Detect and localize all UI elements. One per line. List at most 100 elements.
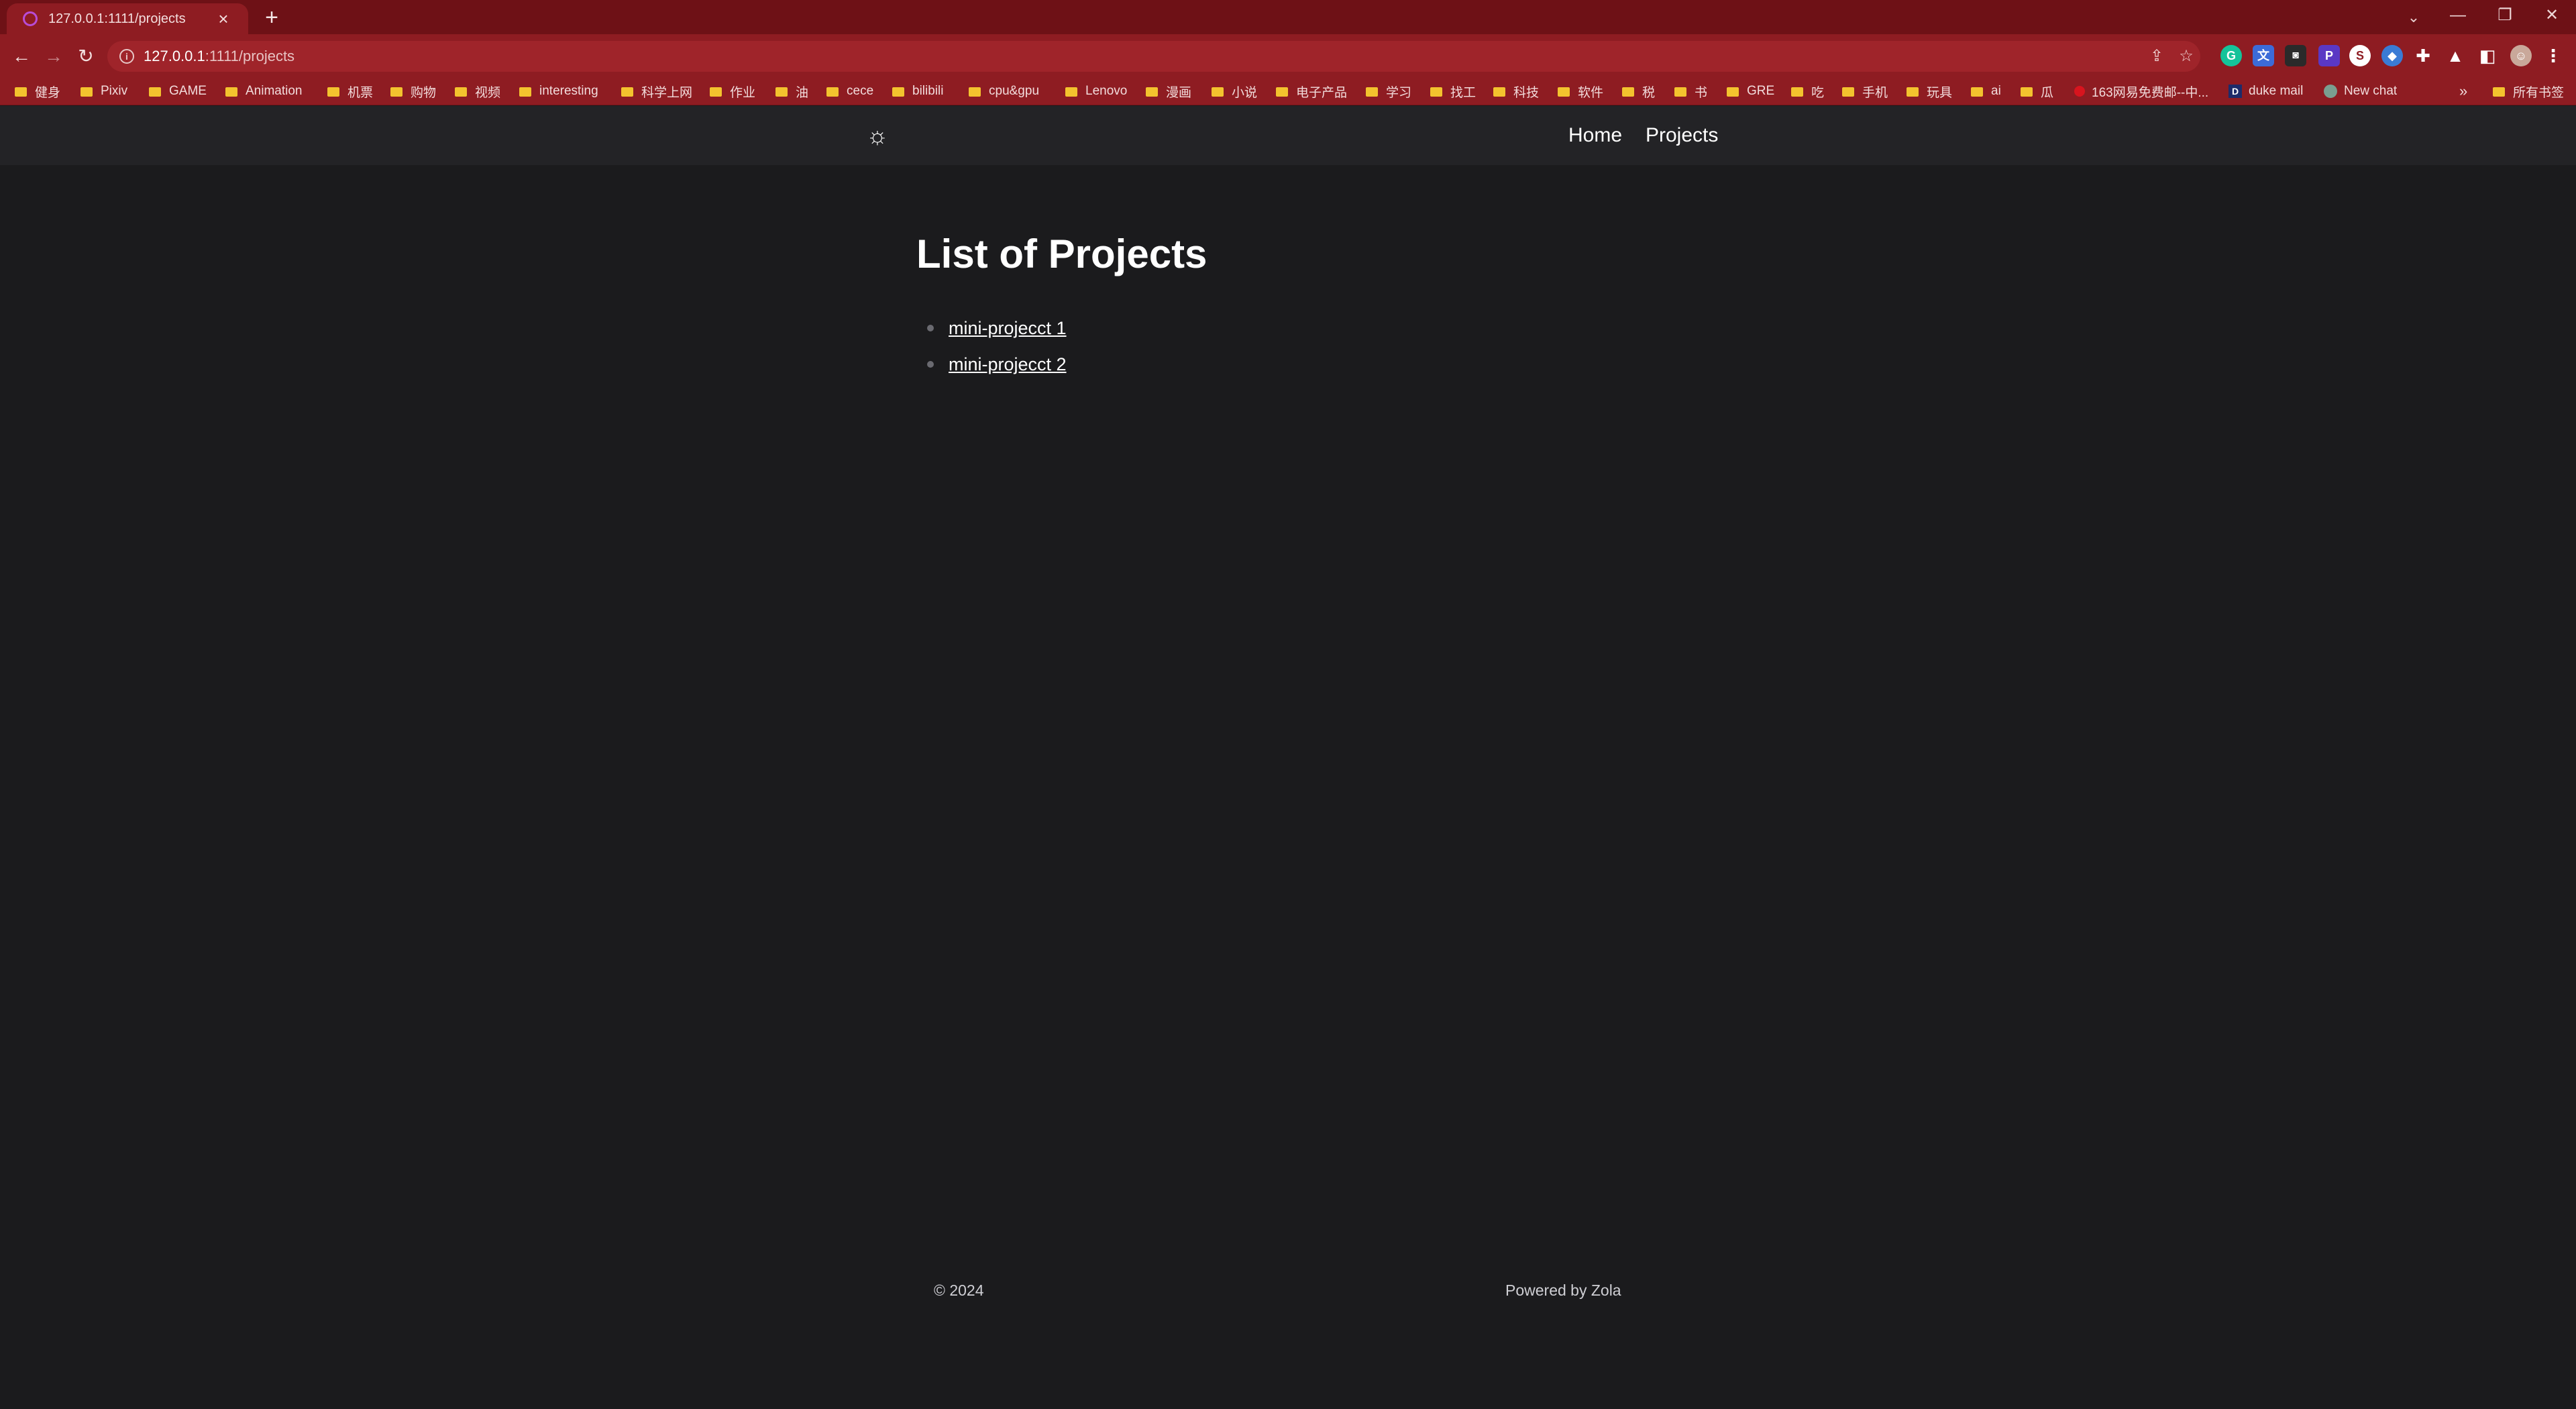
back-icon[interactable]: ←: [7, 42, 36, 71]
bookmark-folder[interactable]: 机票: [327, 77, 373, 105]
bookmark-163-mail[interactable]: 163网易免费邮--中...: [2074, 77, 2208, 105]
bullet-icon: [927, 361, 934, 368]
address-bar[interactable]: i 127.0.0.1:1111/projects ⇪ ☆: [107, 41, 2200, 72]
bookmark-folder[interactable]: 漫画: [1146, 77, 1191, 105]
all-bookmarks-folder[interactable]: 所有书签: [2493, 77, 2564, 105]
extensions-puzzle-icon[interactable]: ✚: [2412, 45, 2434, 66]
bookmarks-bar: 健身 Pixiv GAME Animation 机票 购物 视频 interes…: [0, 77, 2576, 105]
bookmark-folder[interactable]: 小说: [1212, 77, 1257, 105]
translate-extension-icon[interactable]: 文: [2253, 45, 2274, 66]
bookmark-folder[interactable]: 视频: [455, 77, 500, 105]
folder-icon: [225, 87, 237, 97]
s-extension-icon[interactable]: S: [2349, 45, 2371, 66]
netease-icon: [2074, 86, 2085, 97]
bookmark-folder[interactable]: 软件: [1558, 77, 1603, 105]
bookmark-folder[interactable]: 健身: [15, 77, 60, 105]
footer-powered-by: Powered by Zola: [1505, 1282, 1621, 1299]
active-tab[interactable]: 127.0.0.1:1111/projects ×: [7, 3, 248, 34]
bookmark-folder[interactable]: 手机: [1842, 77, 1888, 105]
bookmark-folder[interactable]: interesting: [519, 77, 598, 105]
nav-home-link[interactable]: Home: [1568, 121, 1622, 150]
bookmark-star-icon[interactable]: ☆: [2176, 46, 2196, 66]
folder-icon: [1674, 87, 1686, 97]
bookmark-folder[interactable]: 科技: [1493, 77, 1539, 105]
list-item: mini-projecct 2: [916, 346, 1067, 382]
labs-flask-icon[interactable]: ▲: [2445, 45, 2466, 66]
url-host: 127.0.0.1: [144, 48, 205, 64]
folder-icon: [1276, 87, 1288, 97]
project-link[interactable]: mini-projecct 1: [949, 318, 1067, 339]
bookmarks-overflow-icon[interactable]: »: [2459, 77, 2467, 105]
bookmark-new-chat[interactable]: New chat: [2324, 77, 2397, 105]
folder-icon: [1212, 87, 1224, 97]
bookmark-folder[interactable]: 找工: [1430, 77, 1476, 105]
bookmark-folder[interactable]: 吃: [1791, 77, 1824, 105]
folder-icon: [149, 87, 161, 97]
bookmark-folder[interactable]: Animation: [225, 77, 303, 105]
share-icon[interactable]: ⇪: [2147, 46, 2167, 66]
folder-icon: [2021, 87, 2033, 97]
bookmark-folder[interactable]: GAME: [149, 77, 207, 105]
bookmark-folder[interactable]: cpu&gpu: [969, 77, 1039, 105]
purple-extension-icon[interactable]: P: [2318, 45, 2340, 66]
loading-favicon-icon: [23, 11, 38, 26]
bookmark-folder[interactable]: ai: [1971, 77, 2001, 105]
bookmark-folder[interactable]: 购物: [390, 77, 436, 105]
close-window-icon[interactable]: ✕: [2529, 0, 2575, 31]
folder-icon: [455, 87, 467, 97]
profile-avatar[interactable]: ☺: [2510, 45, 2532, 66]
folder-icon: [969, 87, 981, 97]
bookmark-folder[interactable]: bilibili: [892, 77, 943, 105]
menu-kebab-icon[interactable]: ⋮: [2542, 45, 2564, 66]
browser-toolbar: ← → ↻ i 127.0.0.1:1111/projects ⇪ ☆ G 文 …: [0, 34, 2576, 77]
reload-icon[interactable]: ↻: [71, 42, 101, 71]
tab-title: 127.0.0.1:1111/projects: [48, 11, 186, 26]
bookmark-duke-mail[interactable]: Dduke mail: [2229, 77, 2303, 105]
bookmark-folder[interactable]: 作业: [710, 77, 755, 105]
folder-icon: [710, 87, 722, 97]
bookmark-folder[interactable]: 油: [775, 77, 808, 105]
footer-copyright: © 2024: [934, 1282, 984, 1299]
folder-icon: [80, 87, 93, 97]
bookmark-folder[interactable]: cece: [826, 77, 873, 105]
folder-icon: [2493, 87, 2505, 97]
forward-icon[interactable]: →: [39, 42, 68, 71]
folder-icon: [390, 87, 402, 97]
site-info-icon[interactable]: i: [119, 49, 134, 64]
bookmark-folder[interactable]: 学习: [1366, 77, 1411, 105]
restore-icon[interactable]: ❐: [2482, 0, 2528, 31]
folder-icon: [1971, 87, 1983, 97]
bookmark-folder[interactable]: GRE: [1727, 77, 1774, 105]
folder-icon: [1065, 87, 1077, 97]
new-tab-button[interactable]: +: [258, 4, 285, 31]
bookmark-folder[interactable]: Pixiv: [80, 77, 127, 105]
bookmark-folder[interactable]: 玩具: [1907, 77, 1952, 105]
folder-icon: [1727, 87, 1739, 97]
bookmark-folder[interactable]: 税: [1622, 77, 1655, 105]
folder-icon: [1493, 87, 1505, 97]
bird-extension-icon[interactable]: ◆: [2381, 45, 2403, 66]
nav-projects-link[interactable]: Projects: [1646, 121, 1718, 150]
folder-icon: [826, 87, 839, 97]
side-panel-icon[interactable]: ◧: [2477, 45, 2498, 66]
folder-icon: [1430, 87, 1442, 97]
gamepad-extension-icon[interactable]: ◙: [2285, 45, 2306, 66]
tab-search-chevron-icon[interactable]: ⌄: [2402, 5, 2426, 30]
folder-icon: [1842, 87, 1854, 97]
minimize-icon[interactable]: —: [2435, 0, 2481, 31]
project-link[interactable]: mini-projecct 2: [949, 354, 1067, 375]
chatgpt-icon: [2324, 85, 2337, 98]
theme-toggle-sun-icon[interactable]: ☼: [863, 121, 892, 150]
bookmark-folder[interactable]: Lenovo: [1065, 77, 1127, 105]
folder-icon: [1791, 87, 1803, 97]
duke-icon: D: [2229, 85, 2242, 98]
folder-icon: [519, 87, 531, 97]
bookmark-folder[interactable]: 书: [1674, 77, 1707, 105]
tab-close-icon[interactable]: ×: [213, 10, 233, 28]
bookmark-folder[interactable]: 科学上网: [621, 77, 692, 105]
page-title: List of Projects: [916, 231, 1208, 276]
bookmark-folder[interactable]: 电子产品: [1276, 77, 1347, 105]
bookmark-folder[interactable]: 瓜: [2021, 77, 2053, 105]
grammarly-extension-icon[interactable]: G: [2220, 45, 2242, 66]
folder-icon: [621, 87, 633, 97]
